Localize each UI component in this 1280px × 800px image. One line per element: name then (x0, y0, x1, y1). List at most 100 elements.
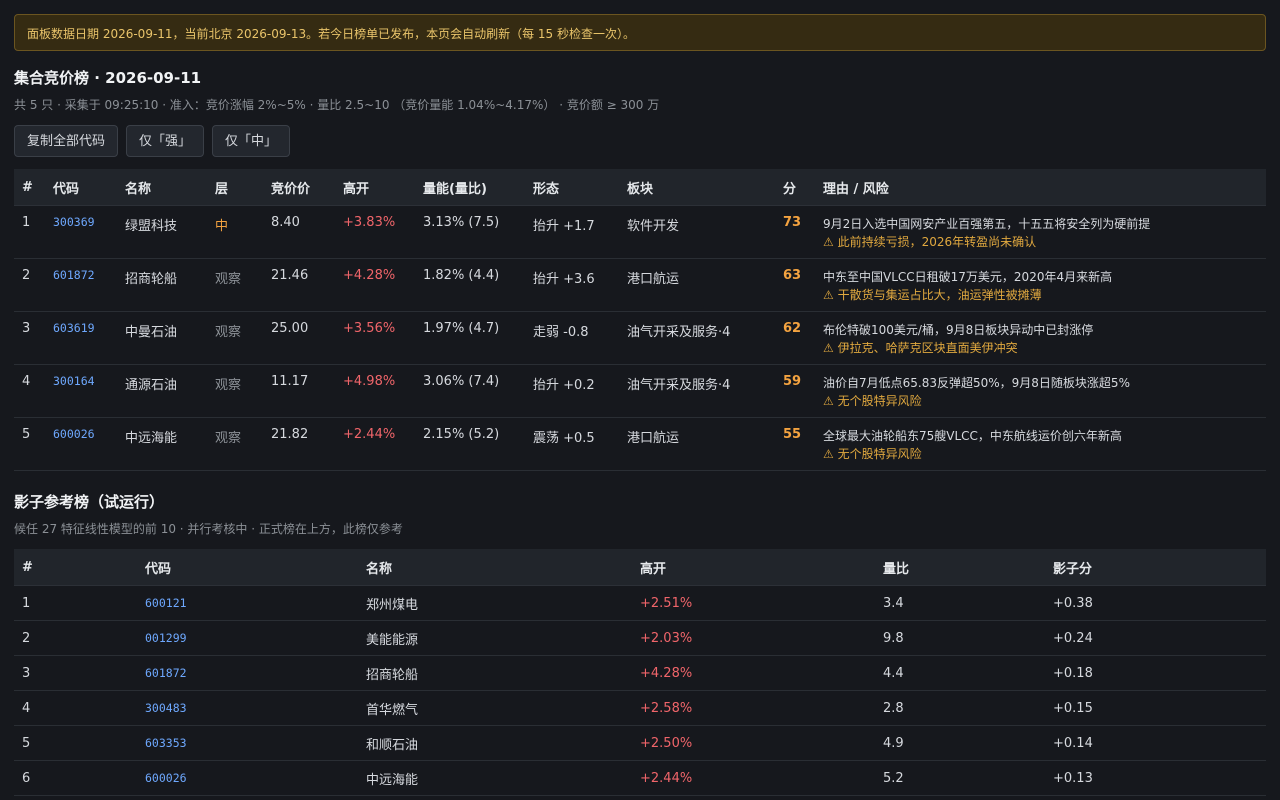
shadow-table: # 代码 名称 高开 量比 影子分 1 600121 郑州煤电 +2.51% 3.4 +0… (14, 549, 1266, 796)
gap-open-pct: +2.58% (632, 690, 875, 726)
col-gap-open[interactable]: 高开 (335, 169, 415, 206)
sector: 油气开采及服务·4 (619, 311, 775, 365)
stock-code-link[interactable]: 300369 (53, 215, 95, 229)
shadow-col-name[interactable]: 名称 (358, 549, 632, 586)
sector: 港口航运 (619, 258, 775, 312)
auction-table-row: 5 600026 中远海能 观察 21.82 +2.44% 2.15% (5.2) 震荡 +0… (14, 417, 1266, 471)
reason-risk-cell: 全球最大油轮船东75艘VLCC，中东航线运价创六年新高 ⚠ 无个股特异风险 (815, 417, 1266, 471)
score: 59 (775, 364, 815, 418)
auction-price: 25.00 (263, 311, 335, 365)
stock-code-link[interactable]: 001299 (145, 631, 187, 645)
row-index: 2 (14, 258, 45, 312)
stock-code-cell: 601872 (45, 258, 117, 312)
col-volume[interactable]: 量能(量比) (415, 169, 525, 206)
volume-ratio: 3.13% (7.5) (415, 205, 525, 259)
row-index: 5 (14, 417, 45, 471)
auction-table: # 代码 名称 层 竞价价 高开 量能(量比) 形态 板块 分 理由 / 风险 … (14, 169, 1266, 471)
col-tier[interactable]: 层 (207, 169, 263, 206)
col-auction-price[interactable]: 竞价价 (263, 169, 335, 206)
stock-code-cell: 600026 (45, 417, 117, 471)
col-sector[interactable]: 板块 (619, 169, 775, 206)
shadow-score: +0.15 (1045, 690, 1266, 726)
stock-name: 绿盟科技 (117, 205, 207, 259)
shadow-table-row: 3 601872 招商轮船 +4.28% 4.4 +0.18 (14, 655, 1266, 691)
col-code[interactable]: 代码 (45, 169, 117, 206)
stock-code-cell: 600026 (137, 760, 358, 796)
shadow-col-shadow-score[interactable]: 影子分 (1045, 549, 1266, 586)
shadow-score: +0.24 (1045, 620, 1266, 656)
auction-table-row: 2 601872 招商轮船 观察 21.46 +4.28% 1.82% (4.4) 抬升 +3… (14, 258, 1266, 312)
copy-all-codes-button[interactable]: 复制全部代码 (14, 125, 119, 157)
shadow-score: +0.38 (1045, 585, 1266, 621)
col-pattern[interactable]: 形态 (525, 169, 619, 206)
reason-text: 布伦特破100美元/桶，9月8日板块异动中已封涨停 (823, 323, 1094, 337)
score: 63 (775, 258, 815, 312)
shadow-section-subtitle: 候任 27 特征线性模型的前 10 · 并行考核中 · 正式榜在上方，此榜仅参考 (14, 522, 403, 536)
stock-code-link[interactable]: 600026 (53, 427, 95, 441)
tier-label: 观察 (207, 364, 263, 418)
shadow-col-code[interactable]: 代码 (137, 549, 358, 586)
reason-text: 油价自7月低点65.83反弹超50%，9月8日随板块涨超5% (823, 376, 1130, 390)
reason-risk-cell: 9月2日入选中国网安产业百强第五，十五五将安全列为硬前提 ⚠ 此前持续亏损，202… (815, 205, 1266, 259)
shadow-score: +0.14 (1045, 725, 1266, 761)
stock-name: 招商轮船 (117, 258, 207, 312)
gap-open-pct: +2.03% (632, 620, 875, 656)
filter-strong-button[interactable]: 仅「强」 (126, 125, 205, 157)
stock-code-cell: 300164 (45, 364, 117, 418)
volume-ratio: 2.15% (5.2) (415, 417, 525, 471)
stock-code-cell: 603353 (137, 725, 358, 761)
filter-mid-button[interactable]: 仅「中」 (212, 125, 291, 157)
shadow-table-header: # 代码 名称 高开 量比 影子分 (14, 549, 1266, 586)
shadow-table-row: 4 300483 首华燃气 +2.58% 2.8 +0.15 (14, 690, 1266, 726)
pattern: 震荡 +0.5 (525, 417, 619, 471)
stock-code-link[interactable]: 603619 (53, 321, 95, 335)
row-index: 4 (14, 690, 137, 726)
reason-text: 9月2日入选中国网安产业百强第五，十五五将安全列为硬前提 (823, 217, 1151, 231)
volume-ratio: 9.8 (875, 620, 1045, 656)
pattern: 抬升 +3.6 (525, 258, 619, 312)
stock-code-link[interactable]: 300483 (145, 701, 187, 715)
stock-code-link[interactable]: 601872 (145, 666, 187, 680)
stock-code-link[interactable]: 601872 (53, 268, 95, 282)
stock-name: 中远海能 (117, 417, 207, 471)
gap-open-pct: +4.28% (632, 655, 875, 691)
volume-ratio: 4.9 (875, 725, 1045, 761)
stock-code-link[interactable]: 300164 (53, 374, 95, 388)
tier-label: 观察 (207, 311, 263, 365)
row-index: 5 (14, 725, 137, 761)
shadow-col-volume-ratio[interactable]: 量比 (875, 549, 1045, 586)
shadow-section-title: 影子参考榜（试运行） (14, 493, 165, 511)
stock-code-link[interactable]: 600026 (145, 771, 187, 785)
sector: 软件开发 (619, 205, 775, 259)
col-index[interactable]: # (14, 169, 45, 206)
stock-code-cell: 603619 (45, 311, 117, 365)
gap-open-pct: +2.44% (632, 760, 875, 796)
volume-ratio: 4.4 (875, 655, 1045, 691)
col-name[interactable]: 名称 (117, 169, 207, 206)
tier-label: 观察 (207, 258, 263, 312)
page-title: 集合竞价榜 · 2026-09-11 (14, 69, 202, 87)
page-subtitle: 共 5 只 · 采集于 09:25:10 · 准入：竞价涨幅 2%~5% · 量… (14, 98, 660, 112)
auction-price: 21.46 (263, 258, 335, 312)
reason-risk-cell: 布伦特破100美元/桶，9月8日板块异动中已封涨停 ⚠ 伊拉克、哈萨克区块直面美伊… (815, 311, 1266, 365)
reason-text: 全球最大油轮船东75艘VLCC，中东航线运价创六年新高 (823, 429, 1122, 443)
col-score[interactable]: 分 (775, 169, 815, 206)
shadow-col-index[interactable]: # (14, 549, 137, 586)
gap-open-pct: +4.98% (335, 364, 415, 418)
stock-code-cell: 600121 (137, 585, 358, 621)
auction-table-header: # 代码 名称 层 竞价价 高开 量能(量比) 形态 板块 分 理由 / 风险 (14, 169, 1266, 206)
stock-name: 通源石油 (117, 364, 207, 418)
stock-code-link[interactable]: 603353 (145, 736, 187, 750)
stock-code-link[interactable]: 600121 (145, 596, 187, 610)
volume-ratio: 3.06% (7.4) (415, 364, 525, 418)
auction-price: 8.40 (263, 205, 335, 259)
auction-table-row: 1 300369 绿盟科技中 8.40 +3.83% 3.13% (7.5) 抬升 +1.7… (14, 205, 1266, 259)
col-reason-risk[interactable]: 理由 / 风险 (815, 169, 1266, 206)
risk-text: ⚠ 无个股特异风险 (823, 447, 922, 461)
auction-price: 11.17 (263, 364, 335, 418)
shadow-col-gap-open[interactable]: 高开 (632, 549, 875, 586)
volume-ratio: 1.82% (4.4) (415, 258, 525, 312)
gap-open-pct: +3.56% (335, 311, 415, 365)
volume-ratio: 5.2 (875, 760, 1045, 796)
stock-code-cell: 001299 (137, 620, 358, 656)
